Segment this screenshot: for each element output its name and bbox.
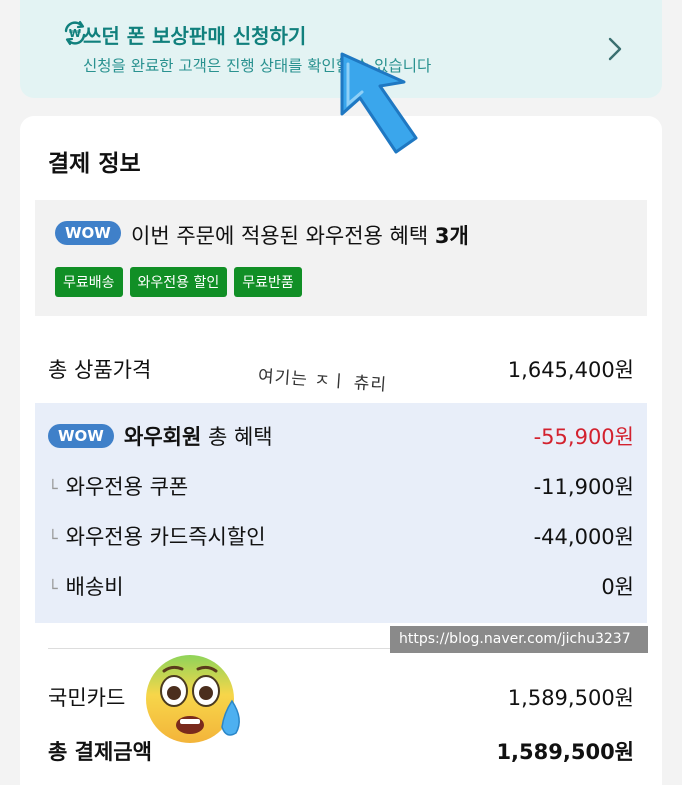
grand-total-label: 총 결제금액 — [48, 740, 152, 764]
trade-in-title: 쓰던 폰 보상판매 신청하기 — [83, 24, 307, 48]
benefit-item-label: 와우전용 쿠폰 — [65, 475, 189, 499]
card-payment-row: 국민카드 1,589,500원 — [48, 682, 634, 712]
product-total-value: 1,645,400원 — [507, 358, 634, 382]
benefit-item-card-discount: └ 와우전용 카드즉시할인 -44,000원 — [48, 521, 634, 551]
benefit-title-bold: 와우회원 — [124, 425, 202, 449]
grand-total-row: 총 결제금액 1,589,500원 — [48, 736, 634, 766]
chip-wow-discount: 와우전용 할인 — [129, 267, 228, 297]
svg-text:₩: ₩ — [69, 27, 81, 40]
benefit-item-value: -11,900원 — [533, 475, 634, 499]
wow-benefits-intro: 이번 주문에 적용된 와우전용 혜택 — [131, 224, 429, 248]
wow-benefits-text: 이번 주문에 적용된 와우전용 혜택 3개 — [131, 220, 469, 250]
benefit-item-label: 배송비 — [65, 575, 124, 599]
wow-badge: WOW — [55, 221, 121, 245]
tree-branch-icon: └ — [48, 529, 58, 548]
blog-watermark: https://blog.naver.com/jichu3237 — [390, 626, 648, 653]
grand-total-value: 1,589,500원 — [496, 740, 634, 764]
chevron-right-icon[interactable] — [605, 36, 625, 62]
pointer-arrow-icon — [340, 52, 418, 154]
wow-member-benefit-box: WOW 와우회원 총 혜택 -55,900원 └ 와우전용 쿠폰 -11,900원… — [35, 403, 647, 623]
benefit-item-shipping: └ 배송비 0원 — [48, 571, 634, 601]
wow-benefits-box: WOW 이번 주문에 적용된 와우전용 혜택 3개 무료배송 와우전용 할인 무… — [35, 200, 647, 316]
benefit-item-coupon: └ 와우전용 쿠폰 -11,900원 — [48, 471, 634, 501]
benefit-title: 와우회원 총 혜택 — [124, 421, 273, 451]
tree-branch-icon: └ — [48, 479, 58, 498]
card-payment-label: 국민카드 — [48, 686, 126, 710]
flushed-face-sweat-emoji — [146, 655, 240, 743]
product-total-label: 총 상품가격 — [48, 358, 152, 382]
benefit-title-rest: 총 혜택 — [207, 425, 273, 449]
benefit-chips: 무료배송 와우전용 할인 무료반품 — [55, 267, 302, 297]
payment-info-title: 결제 정보 — [48, 151, 141, 177]
wow-badge: WOW — [48, 424, 114, 448]
benefit-item-value: 0원 — [601, 575, 634, 599]
benefit-item-label: 와우전용 카드즉시할인 — [65, 525, 266, 549]
tree-branch-icon: └ — [48, 579, 58, 598]
chip-free-shipping: 무료배송 — [55, 267, 123, 297]
payment-info-card: 결제 정보 WOW 이번 주문에 적용된 와우전용 혜택 3개 무료배송 와우전… — [20, 116, 662, 785]
benefit-total-value: -55,900원 — [533, 425, 634, 449]
wow-benefits-count: 3개 — [434, 224, 469, 248]
chip-free-return: 무료반품 — [234, 267, 302, 297]
benefit-item-value: -44,000원 — [533, 525, 634, 549]
card-payment-value: 1,589,500원 — [507, 686, 634, 710]
